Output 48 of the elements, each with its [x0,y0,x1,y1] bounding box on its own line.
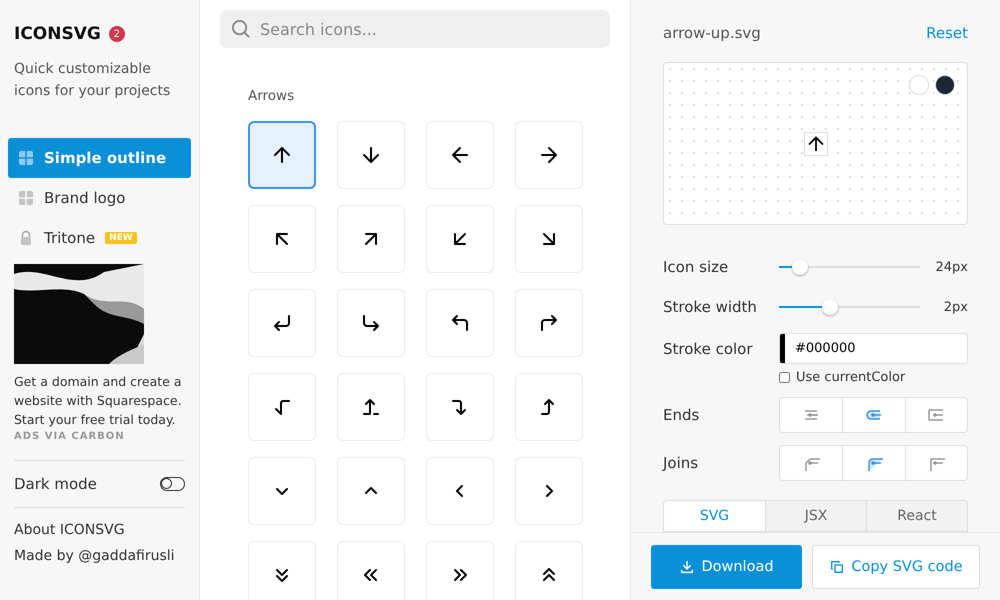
file-name: arrow-up.svg [663,24,761,42]
copy-button[interactable]: Copy SVG code [812,544,980,588]
background-swatch[interactable] [935,75,955,95]
chevron-left-icon [454,485,466,497]
dark-mode-label: Dark mode [14,475,97,493]
download-button[interactable]: Download [651,544,802,588]
ad-attribution[interactable]: ADS VIA CARBON [14,431,185,442]
category-heading: Arrows [248,88,296,104]
slider-value: 24px [934,260,968,275]
checkbox-label: Use currentColor [796,370,906,385]
count-badge: 2 [108,26,125,42]
chevron-up-icon [365,485,377,497]
sidebar-item[interactable]: Simple outline [8,138,191,178]
tagline: Quick customizable icons for your projects [14,60,172,101]
icon-tile[interactable] [248,121,316,189]
stroke-color-label: Stroke color [663,340,754,358]
reset-link[interactable]: Reset [926,24,968,42]
joins-label: Joins [663,454,700,472]
footer-link[interactable]: Made by @gaddafirusli [14,548,185,564]
sidebar-item[interactable]: Brand logo [8,178,191,218]
ends-label: Ends [663,406,700,424]
checkbox[interactable] [779,372,790,383]
new-tag: NEW [105,232,137,244]
search-icon [232,20,250,38]
code-tab[interactable]: React [866,501,967,532]
ad-text: Get a domain and create a website with Squarespace. Start your free trial today. [14,373,183,429]
option-button[interactable] [904,398,967,432]
arrow-up-icon [804,132,828,156]
footer-link[interactable]: About ICONSVG [14,522,185,538]
background-swatch[interactable] [909,75,929,95]
slider-value: 2px [942,300,968,315]
slider-label: Icon size [663,258,730,276]
chevron-right-icon [543,485,555,497]
lock-icon [18,230,34,246]
chevron-down-icon [276,485,288,497]
grid-icon [18,150,34,166]
copy-icon [829,558,846,574]
option-button[interactable] [904,446,967,480]
search-field[interactable]: Search icons... [220,10,610,48]
sidebar-item[interactable]: Tritone NEW [8,218,191,258]
dark-mode-toggle[interactable] [160,477,185,491]
code-tab[interactable]: SVG [664,501,765,532]
download-icon [679,558,696,574]
grid-icon [18,190,34,206]
color-field[interactable]: #000000 [779,333,968,364]
logo: ICONSVG [14,24,101,44]
code-tab[interactable]: JSX [765,501,866,532]
slider-label: Stroke width [663,298,758,316]
